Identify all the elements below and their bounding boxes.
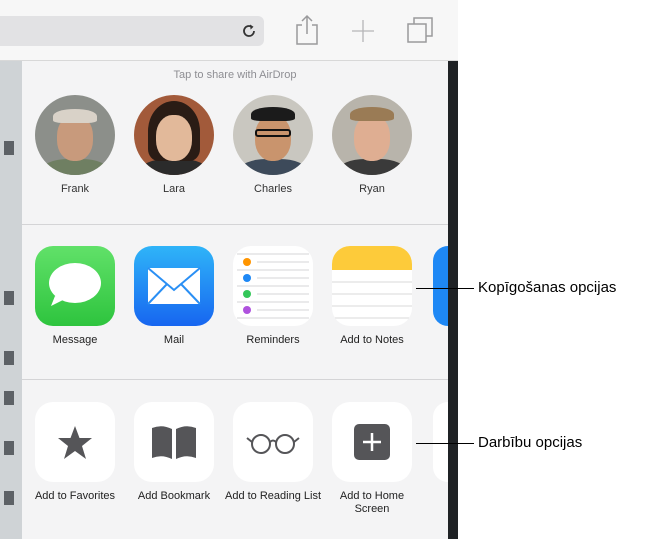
person-name: Frank — [60, 183, 90, 195]
plus-square-icon — [332, 402, 412, 482]
action-item-label: Add to Home Screen — [339, 490, 405, 515]
action-item-label: Add to Reading List — [225, 490, 322, 502]
bookmark-icon — [134, 402, 214, 482]
callout-line-share — [416, 288, 474, 289]
airdrop-person-ryan[interactable]: Ryan — [330, 95, 414, 195]
reload-icon[interactable] — [240, 22, 258, 40]
airdrop-person-lara[interactable]: Lara — [132, 95, 216, 195]
share-sheet: Tap to share with AirDrop Frank Lara Cha… — [22, 61, 448, 539]
avatar — [233, 95, 313, 175]
star-icon — [35, 402, 115, 482]
action-item-add-home-screen[interactable]: Add to Home Screen — [324, 402, 420, 516]
share-item-mail[interactable]: Mail — [126, 246, 222, 347]
tabs-icon[interactable] — [406, 16, 434, 44]
action-item-add-reading-list[interactable]: Add to Reading List — [225, 402, 321, 503]
share-item-label: Mail — [163, 334, 185, 346]
notes-icon — [332, 246, 412, 326]
action-item-add-bookmark[interactable]: Add Bookmark — [126, 402, 222, 503]
share-item-label: Add to Notes — [340, 334, 404, 346]
share-item-label: Message — [52, 334, 98, 346]
airdrop-title: Tap to share with AirDrop — [173, 69, 297, 81]
mail-icon — [134, 246, 214, 326]
callout-share-options: Kopīgošanas opcijas — [478, 279, 617, 296]
avatar — [35, 95, 115, 175]
share-item-message[interactable]: Message — [27, 246, 123, 347]
share-item-notes[interactable]: Add to Notes — [324, 246, 420, 347]
share-item-reminders[interactable]: Reminders — [225, 246, 321, 347]
person-name: Ryan — [359, 183, 385, 195]
browser-toolbar — [0, 0, 458, 61]
reminders-icon — [233, 246, 313, 326]
divider — [22, 379, 448, 380]
background-page-edge — [448, 61, 458, 539]
action-item-label: Add to Favorites — [34, 490, 116, 502]
action-item-label: Add Bookmark — [137, 490, 211, 502]
share-item-label: Reminders — [246, 334, 300, 346]
share-icon[interactable] — [294, 14, 320, 46]
airdrop-person-charles[interactable]: Charles — [231, 95, 315, 195]
address-bar[interactable] — [0, 16, 264, 46]
glasses-icon — [233, 402, 313, 482]
background-page — [0, 61, 22, 539]
avatar — [332, 95, 412, 175]
divider — [22, 224, 448, 225]
more-share-item-peek[interactable] — [433, 246, 448, 326]
action-item-add-favorites[interactable]: Add to Favorites — [27, 402, 123, 503]
add-tab-icon[interactable] — [350, 18, 376, 44]
airdrop-person-frank[interactable]: Frank — [33, 95, 117, 195]
person-name: Charles — [254, 183, 292, 195]
callout-action-options: Darbību opcijas — [478, 434, 583, 451]
callout-line-actions — [416, 443, 474, 444]
person-name: Lara — [162, 183, 186, 195]
more-action-item-peek[interactable] — [433, 402, 448, 482]
message-icon — [35, 246, 115, 326]
avatar — [134, 95, 214, 175]
